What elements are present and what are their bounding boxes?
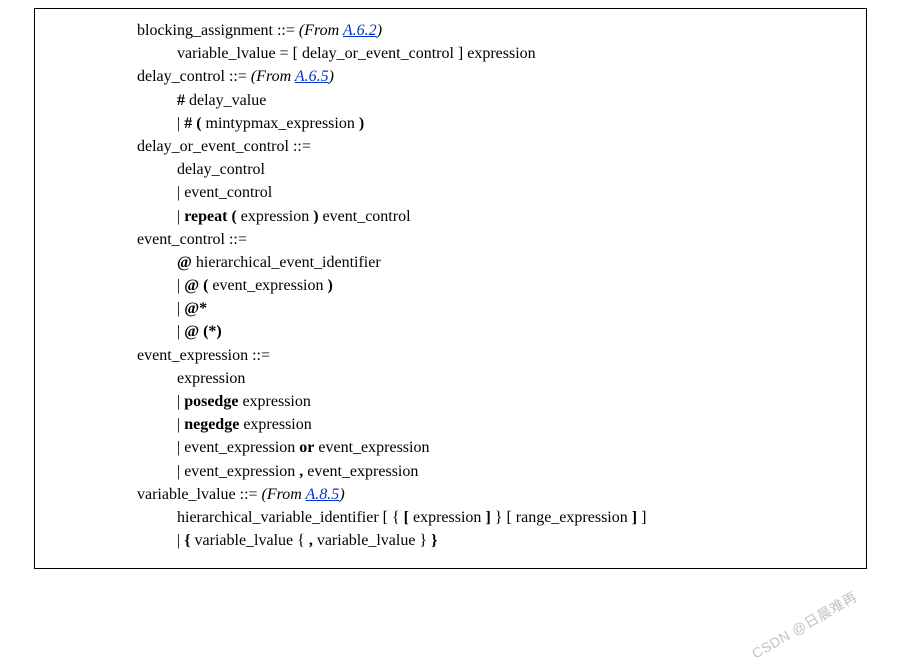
rule-body: delay_control [177,158,854,181]
rule-event-control: event_control ::= [137,228,854,251]
syntax-box: blocking_assignment ::= (From A.6.2) var… [34,8,867,569]
rule-delay-control: delay_control ::= (From A.6.5) [137,65,854,88]
rule-blocking-assignment: blocking_assignment ::= (From A.6.2) [137,19,854,42]
from-note: (From A.6.5) [251,68,334,85]
rule-head: blocking_assignment ::= [137,22,299,39]
rule-body: # delay_value [177,89,854,112]
link-a85[interactable]: A.8.5 [306,486,340,503]
from-note: (From A.6.2) [299,22,382,39]
rule-head: variable_lvalue ::= [137,486,262,503]
rule-body: @ hierarchical_event_identifier [177,251,854,274]
rule-body: variable_lvalue = [ delay_or_event_contr… [177,42,854,65]
rule-body: | @* [177,297,854,320]
watermark: CSDN @日晨难再 [748,587,861,663]
rule-body: expression [177,367,854,390]
rule-body: | event_expression , event_expression [177,460,854,483]
rule-body: | @ ( event_expression ) [177,274,854,297]
rule-body: | event_control [177,181,854,204]
rule-variable-lvalue: variable_lvalue ::= (From A.8.5) [137,483,854,506]
rule-body: | repeat ( expression ) event_control [177,205,854,228]
rule-body: | negedge expression [177,413,854,436]
rule-body: | event_expression or event_expression [177,436,854,459]
rule-body: | posedge expression [177,390,854,413]
rule-body: | # ( mintypmax_expression ) [177,112,854,135]
from-note: (From A.8.5) [262,486,345,503]
rule-head: delay_control ::= [137,68,251,85]
rule-body: | @ (*) [177,320,854,343]
link-a65[interactable]: A.6.5 [295,68,329,85]
rule-event-expression: event_expression ::= [137,344,854,367]
rule-delay-or-event-control: delay_or_event_control ::= [137,135,854,158]
link-a62[interactable]: A.6.2 [343,22,377,39]
rule-body: | { variable_lvalue { , variable_lvalue … [177,529,854,552]
rule-body: hierarchical_variable_identifier [ { [ e… [177,506,854,529]
